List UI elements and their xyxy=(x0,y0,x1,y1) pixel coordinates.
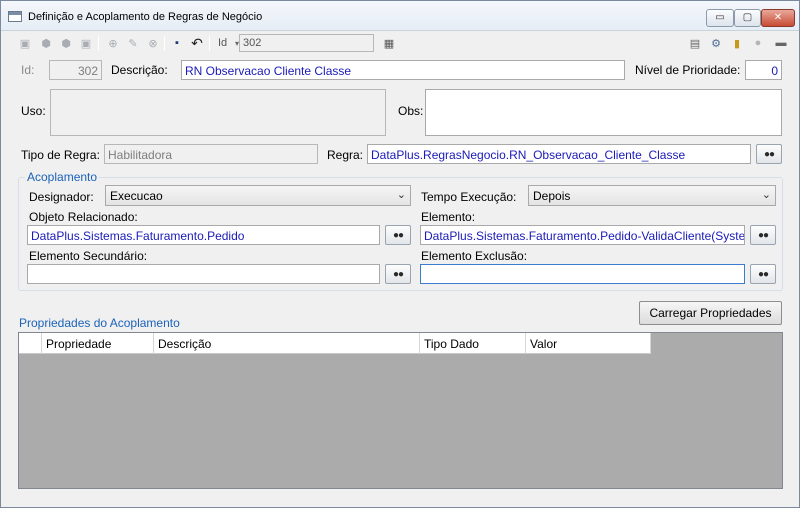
toolbar-separator xyxy=(98,36,99,51)
elemento-label: Elemento: xyxy=(421,210,476,224)
column-header[interactable]: Propriedade xyxy=(42,333,154,354)
binoculars-button[interactable]: ●● xyxy=(385,264,411,284)
row-header-cell xyxy=(19,333,42,354)
regra-field[interactable]: DataPlus.RegrasNegocio.RN_Observacao_Cli… xyxy=(367,144,751,164)
minimize-button[interactable]: ▭ xyxy=(706,9,734,27)
tipo-regra-label: Tipo de Regra: xyxy=(21,148,100,162)
toolbar: ▣ ⬢ ⬢ ▣ ⊕ ✎ ⊗ ▪ ↶ Id ▾ 302 ▦ ▤ ⚙ ▮ ● ▬ xyxy=(1,32,799,54)
descricao-label: Descrição: xyxy=(111,63,168,77)
window-title: Definição e Acoplamento de Regras de Neg… xyxy=(28,11,263,23)
close-button[interactable]: ✕ xyxy=(761,9,795,27)
descricao-field[interactable]: RN Observacao Cliente Classe xyxy=(181,60,625,80)
propriedades-title: Propriedades do Acoplamento xyxy=(19,316,180,330)
title-bar: Definição e Acoplamento de Regras de Neg… xyxy=(1,1,799,31)
elemento-field[interactable]: DataPlus.Sistemas.Faturamento.Pedido-Val… xyxy=(420,225,745,245)
tools-icon[interactable]: ⚙ xyxy=(708,35,724,51)
column-header[interactable]: Valor xyxy=(526,333,651,354)
elemento-secundario-field[interactable] xyxy=(27,264,380,284)
last-icon[interactable]: ▣ xyxy=(78,35,94,51)
tempo-execucao-value: Depois xyxy=(533,189,571,203)
elemento-exclusao-label: Elemento Exclusão: xyxy=(421,249,528,263)
edit-icon[interactable]: ✎ xyxy=(125,35,141,51)
obs-label: Obs: xyxy=(398,104,424,118)
chevron-down-icon: ⌄ xyxy=(761,189,771,201)
designador-value: Execucao xyxy=(110,189,163,203)
binoculars-button[interactable]: ●● xyxy=(385,225,411,245)
new-icon[interactable]: ⊕ xyxy=(105,35,121,51)
id-field: 302 xyxy=(49,60,102,80)
elemento-exclusao-field[interactable] xyxy=(420,264,745,284)
designador-label: Designador: xyxy=(29,190,94,204)
app-window: Definição e Acoplamento de Regras de Neg… xyxy=(0,0,800,508)
user-icon[interactable]: ● xyxy=(750,35,766,51)
tipo-regra-field: Habilitadora xyxy=(104,144,318,164)
toolbar-separator xyxy=(209,36,210,51)
next-icon[interactable]: ⬢ xyxy=(58,35,74,51)
acoplamento-title: Acoplamento xyxy=(25,170,100,184)
first-icon[interactable]: ▣ xyxy=(17,35,33,51)
objeto-relacionado-label: Objeto Relacionado: xyxy=(29,210,138,224)
tempo-execucao-label: Tempo Execução: xyxy=(421,190,517,204)
id-search-input[interactable]: 302 xyxy=(239,34,374,52)
report-icon[interactable]: ▤ xyxy=(687,35,703,51)
column-header[interactable]: Descrição xyxy=(154,333,420,354)
regra-label: Regra: xyxy=(327,148,364,162)
grid-icon[interactable]: ▦ xyxy=(381,35,397,51)
prioridade-label: Nível de Prioridade: xyxy=(635,63,741,77)
prioridade-field[interactable]: 0 xyxy=(745,60,782,80)
id-label: Id: xyxy=(21,63,35,77)
id-search-label: Id xyxy=(218,37,228,49)
options-icon[interactable]: ▬ xyxy=(773,35,789,51)
binoculars-icon: ●● xyxy=(757,229,769,241)
binoculars-icon: ●● xyxy=(392,229,404,241)
grid-header: Propriedade Descrição Tipo Dado Valor xyxy=(19,333,651,354)
propriedades-grid[interactable]: Propriedade Descrição Tipo Dado Valor xyxy=(18,332,783,489)
tempo-execucao-select[interactable]: Depois ⌄ xyxy=(528,185,776,206)
binoculars-button[interactable]: ●● xyxy=(750,264,776,284)
note-icon[interactable]: ▮ xyxy=(729,35,745,51)
maximize-button[interactable]: ▢ xyxy=(734,9,761,27)
carregar-propriedades-button[interactable]: Carregar Propriedades xyxy=(639,301,782,325)
binoculars-icon: ●● xyxy=(757,268,769,280)
designador-select[interactable]: Execucao ⌄ xyxy=(105,185,411,206)
binoculars-icon: ●● xyxy=(392,268,404,280)
column-header[interactable]: Tipo Dado xyxy=(420,333,526,354)
uso-label: Uso: xyxy=(21,104,46,118)
objeto-relacionado-field[interactable]: DataPlus.Sistemas.Faturamento.Pedido xyxy=(27,225,380,245)
obs-field[interactable] xyxy=(425,89,782,136)
binoculars-button[interactable]: ●● xyxy=(750,225,776,245)
delete-icon[interactable]: ⊗ xyxy=(145,35,161,51)
undo-icon[interactable]: ↶ xyxy=(189,35,205,51)
previous-icon[interactable]: ⬢ xyxy=(38,35,54,51)
binoculars-icon: ●● xyxy=(763,148,775,160)
chevron-down-icon: ⌄ xyxy=(396,189,406,201)
save-icon[interactable]: ▪ xyxy=(169,35,185,51)
uso-field xyxy=(50,89,386,136)
elemento-secundario-label: Elemento Secundário: xyxy=(29,249,148,263)
window-icon xyxy=(8,11,22,22)
binoculars-button[interactable]: ●● xyxy=(756,144,782,164)
toolbar-separator xyxy=(164,36,165,51)
